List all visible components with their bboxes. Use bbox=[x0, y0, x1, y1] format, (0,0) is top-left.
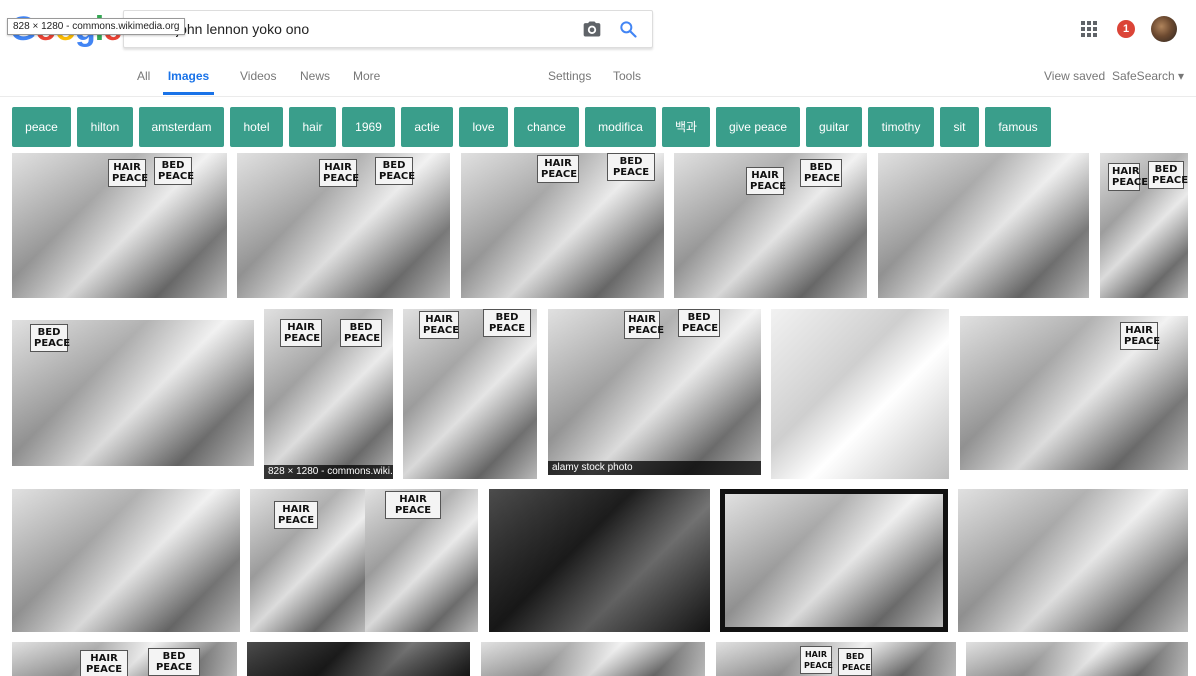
chip-give-peace[interactable]: give peace bbox=[716, 107, 800, 147]
image-result[interactable]: HAIR PEACE BED PEACE bbox=[461, 153, 664, 298]
settings-link[interactable]: Settings bbox=[548, 58, 591, 94]
image-size-tooltip: 828 × 1280 - commons.wikimedia.org bbox=[7, 18, 186, 35]
view-saved-link[interactable]: View saved bbox=[1044, 58, 1105, 94]
image-result[interactable]: HAIR PEACE bbox=[250, 489, 365, 632]
chip-guitar[interactable]: guitar bbox=[806, 107, 862, 147]
tab-more[interactable]: More bbox=[353, 58, 380, 94]
tab-videos[interactable]: Videos bbox=[240, 58, 276, 94]
search-input[interactable] bbox=[176, 11, 556, 47]
avatar[interactable] bbox=[1151, 16, 1177, 42]
image-result[interactable] bbox=[771, 309, 949, 479]
image-result[interactable]: HAIR PEACE BED PEACE bbox=[403, 309, 537, 479]
chip-baekgwa[interactable]: 백과 bbox=[662, 107, 710, 147]
apps-grid-icon[interactable] bbox=[1081, 21, 1097, 37]
tab-images[interactable]: Images bbox=[163, 58, 214, 95]
chip-peace[interactable]: peace bbox=[12, 107, 71, 147]
tab-news[interactable]: News bbox=[300, 58, 330, 94]
chip-hair[interactable]: hair bbox=[289, 107, 336, 147]
camera-icon[interactable] bbox=[582, 19, 602, 39]
chip-love[interactable]: love bbox=[459, 107, 508, 147]
image-result[interactable]: HAIR PEACE bbox=[365, 489, 478, 632]
chip-timothy[interactable]: timothy bbox=[868, 107, 934, 147]
chip-hilton[interactable]: hilton bbox=[77, 107, 133, 147]
chip-hotel[interactable]: hotel bbox=[230, 107, 283, 147]
header: Google 828 × 1280 - commons.wikimedia.or… bbox=[0, 0, 1196, 58]
image-result[interactable]: HAIR PEACE BED PEACE bbox=[237, 153, 450, 298]
image-result[interactable]: HAIR PEACE BED PEACE alamy stock photo bbox=[548, 309, 761, 475]
chip-chance[interactable]: chance bbox=[514, 107, 579, 147]
chip-famous[interactable]: famous bbox=[985, 107, 1051, 147]
image-result[interactable]: HAIR PEACE BED PEACE bbox=[12, 153, 227, 298]
image-result[interactable] bbox=[12, 489, 240, 632]
image-result[interactable] bbox=[247, 642, 470, 676]
search-icon[interactable] bbox=[618, 19, 638, 39]
image-caption: alamy stock photo bbox=[548, 461, 761, 475]
chip-sit[interactable]: sit bbox=[940, 107, 979, 147]
image-result[interactable] bbox=[958, 489, 1188, 632]
tab-all[interactable]: All bbox=[137, 58, 150, 94]
chip-modifica[interactable]: modifica bbox=[585, 107, 656, 147]
image-result[interactable]: HAIR PEACE BED PEACE bbox=[716, 642, 956, 676]
image-result[interactable] bbox=[878, 153, 1089, 298]
image-caption: 828 × 1280 - commons.wiki... bbox=[264, 465, 393, 479]
image-result[interactable]: HAIR PEACE BED PEACE bbox=[12, 642, 237, 676]
search-tabs: All Images Videos News More Settings Too… bbox=[0, 58, 1196, 97]
notification-badge[interactable]: 1 bbox=[1117, 20, 1135, 38]
image-result[interactable] bbox=[489, 489, 710, 632]
image-result[interactable] bbox=[966, 642, 1188, 676]
search-box[interactable] bbox=[123, 10, 653, 48]
image-result[interactable]: HAIR PEACE BED PEACE 828 × 1280 - common… bbox=[264, 309, 393, 479]
image-result[interactable]: HAIR PEACE bbox=[960, 316, 1188, 470]
chip-actie[interactable]: actie bbox=[401, 107, 453, 147]
image-result[interactable]: BED PEACE bbox=[12, 320, 254, 466]
tools-link[interactable]: Tools bbox=[613, 58, 641, 94]
chip-1969[interactable]: 1969 bbox=[342, 107, 395, 147]
image-result[interactable]: HAIR PEACE BED PEACE bbox=[1100, 153, 1188, 298]
safesearch-dropdown[interactable]: SafeSearch ▾ bbox=[1112, 58, 1184, 94]
image-result[interactable] bbox=[481, 642, 705, 676]
chip-amsterdam[interactable]: amsterdam bbox=[139, 107, 224, 147]
image-result[interactable]: HAIR PEACE BED PEACE bbox=[674, 153, 867, 298]
image-result[interactable] bbox=[720, 489, 948, 632]
